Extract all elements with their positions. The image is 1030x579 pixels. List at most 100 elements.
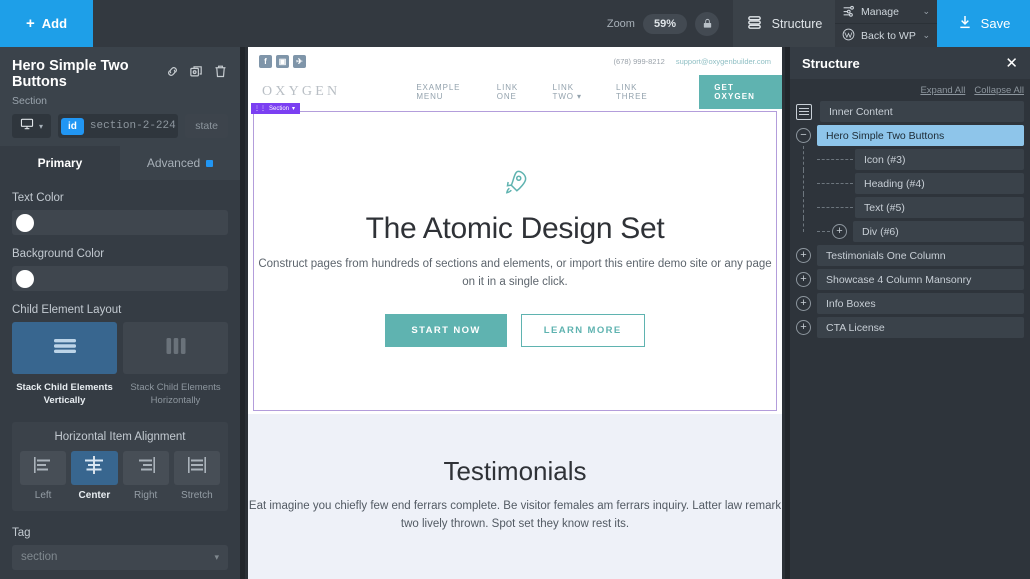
element-id-value: section-2-224 <box>89 120 176 132</box>
section-badge-label: Section <box>269 105 290 112</box>
align-item-left: Left <box>20 450 67 501</box>
horizontal-alignment-options: Left Center Right Stretch <box>20 450 220 501</box>
structure-panel-title: Structure <box>802 55 860 71</box>
align-center-caption: Center <box>78 489 111 501</box>
canvas-viewport: f ▣ ✈ (678) 999-8212 support@oxygenbuild… <box>240 47 790 579</box>
trash-icon[interactable] <box>213 64 228 84</box>
facebook-icon[interactable]: f <box>259 54 272 68</box>
layout-option-horizontal[interactable] <box>123 322 228 374</box>
background-color-field[interactable] <box>12 266 228 291</box>
page-preview[interactable]: f ▣ ✈ (678) 999-8212 support@oxygenbuild… <box>248 47 782 579</box>
drag-handle-icon[interactable]: ⋮⋮ <box>254 105 266 112</box>
nav-cta-button[interactable]: GET OXYGEN <box>699 74 782 109</box>
hero-title: The Atomic Design Set <box>365 212 665 246</box>
expand-toggle-showcase[interactable]: + <box>796 272 811 287</box>
collapse-all-link[interactable]: Collapse All <box>974 85 1024 96</box>
align-center-button[interactable] <box>71 450 118 485</box>
start-now-button[interactable]: START NOW <box>385 313 507 347</box>
page-title: Hero Simple Two Buttons <box>12 58 129 90</box>
text-color-swatch[interactable] <box>16 213 34 232</box>
manage-label: Manage <box>861 5 899 18</box>
text-color-field[interactable] <box>12 210 228 235</box>
lock-icon[interactable] <box>695 11 719 36</box>
manage-menu[interactable]: Manage ⌄ <box>835 0 937 24</box>
learn-more-button[interactable]: LEARN MORE <box>520 313 645 347</box>
tree-node-hero-simple-two-buttons[interactable]: Hero Simple Two Buttons <box>817 125 1024 146</box>
tree-row-div: + Div (#6) <box>796 218 1024 242</box>
chevron-down-icon: ▾ <box>39 121 44 131</box>
expand-toggle-cta-license[interactable]: + <box>796 320 811 335</box>
chevron-down-icon: ⌄ <box>922 6 930 16</box>
collapse-toggle-hero[interactable]: − <box>796 128 811 143</box>
panel-actions <box>165 64 228 84</box>
instagram-icon[interactable]: ▣ <box>276 54 289 68</box>
element-id-field[interactable]: id section-2-224 <box>58 114 179 138</box>
tree-dash-connector <box>817 207 853 208</box>
align-center-icon <box>81 455 107 480</box>
nav-link-one[interactable]: LINK ONE <box>497 83 534 101</box>
tree-node-inner-content[interactable]: Inner Content <box>820 101 1024 122</box>
tab-primary[interactable]: Primary <box>0 146 120 180</box>
site-navigation: OXYGEN EXAMPLE MENU LINK ONE LINK TWO ▾ … <box>248 74 782 109</box>
tree-row-icon: Icon (#3) <box>796 146 1024 170</box>
tab-advanced[interactable]: Advanced <box>120 146 240 180</box>
tag-select[interactable]: section ▾ <box>12 544 228 570</box>
download-icon <box>957 14 973 33</box>
tree-node-icon-3[interactable]: Icon (#3) <box>855 149 1024 170</box>
horizontal-alignment-group: Horizontal Item Alignment Left Center Ri… <box>12 421 228 511</box>
stack-horizontal-icon <box>162 334 190 363</box>
tree-node-heading-4[interactable]: Heading (#4) <box>855 173 1024 194</box>
testimonials-section[interactable]: Testimonials Eat imagine you chiefly few… <box>248 414 782 579</box>
nav-link-example-menu[interactable]: EXAMPLE MENU <box>416 83 477 101</box>
tree-node-testimonials-one-column[interactable]: Testimonials One Column <box>817 245 1024 266</box>
site-email[interactable]: support@oxygenbuilder.com <box>676 57 771 66</box>
expand-toggle-info-boxes[interactable]: + <box>796 296 811 311</box>
tree-node-cta-license[interactable]: CTA License <box>817 317 1024 338</box>
site-utility-bar: f ▣ ✈ (678) 999-8212 support@oxygenbuild… <box>248 47 782 75</box>
zoom-value[interactable]: 59% <box>642 13 687 34</box>
duplicate-icon[interactable] <box>189 64 204 84</box>
tree-node-div-6[interactable]: Div (#6) <box>853 221 1024 242</box>
align-right-caption: Right <box>133 489 158 501</box>
chevron-down-icon: ⌄ <box>922 30 930 40</box>
twitter-icon[interactable]: ✈ <box>293 54 306 68</box>
tree-node-info-boxes[interactable]: Info Boxes <box>817 293 1024 314</box>
align-right-button[interactable] <box>122 450 169 485</box>
panel-title-row: Hero Simple Two Buttons <box>12 58 228 90</box>
add-button[interactable]: + Add <box>0 0 93 47</box>
expand-all-link[interactable]: Expand All <box>920 85 965 96</box>
canvas-scrollbar-left[interactable] <box>240 47 245 579</box>
link-icon[interactable] <box>165 64 180 84</box>
layout-option-vertical[interactable] <box>12 322 117 374</box>
section-selection-badge[interactable]: ⋮⋮ Section ▾ <box>251 103 301 114</box>
device-selector[interactable]: ▾ <box>12 114 52 138</box>
align-left-button[interactable] <box>20 450 67 485</box>
tree-node-showcase-4-column-mansonry[interactable]: Showcase 4 Column Mansonry <box>817 269 1024 290</box>
align-stretch-caption: Stretch <box>181 489 213 501</box>
chevron-down-icon[interactable]: ▾ <box>292 105 295 112</box>
close-icon[interactable]: ✕ <box>1005 54 1018 72</box>
tab-advanced-indicator <box>206 159 214 167</box>
save-button-label: Save <box>980 16 1011 31</box>
add-button-label: Add <box>41 16 68 31</box>
structure-toggle-button[interactable]: Structure <box>733 0 835 47</box>
chevron-down-icon: ▾ <box>214 551 219 562</box>
nav-link-three[interactable]: LINK THREE <box>616 83 662 101</box>
toolbar-menu-stack: Manage ⌄ Back to WP ⌄ <box>835 0 937 47</box>
state-button[interactable]: state <box>185 114 228 138</box>
tree-node-text-5[interactable]: Text (#5) <box>855 197 1024 218</box>
back-to-wp-menu[interactable]: Back to WP ⌄ <box>835 24 937 47</box>
expand-toggle-testimonials[interactable]: + <box>796 248 811 263</box>
child-element-layout-label: Child Element Layout <box>12 304 122 316</box>
tree-dash-connector <box>817 231 830 232</box>
hero-section[interactable]: The Atomic Design Set Construct pages fr… <box>253 111 777 411</box>
expand-toggle-div[interactable]: + <box>832 224 847 239</box>
save-button[interactable]: Save <box>937 0 1030 47</box>
background-color-swatch[interactable] <box>16 269 34 288</box>
testimonials-title: Testimonials <box>443 456 587 486</box>
align-right-icon <box>133 455 159 480</box>
social-links: f ▣ ✈ <box>259 54 306 68</box>
align-stretch-button[interactable] <box>173 450 220 485</box>
id-tag-badge: id <box>61 117 84 135</box>
nav-link-two[interactable]: LINK TWO ▾ <box>553 83 597 101</box>
